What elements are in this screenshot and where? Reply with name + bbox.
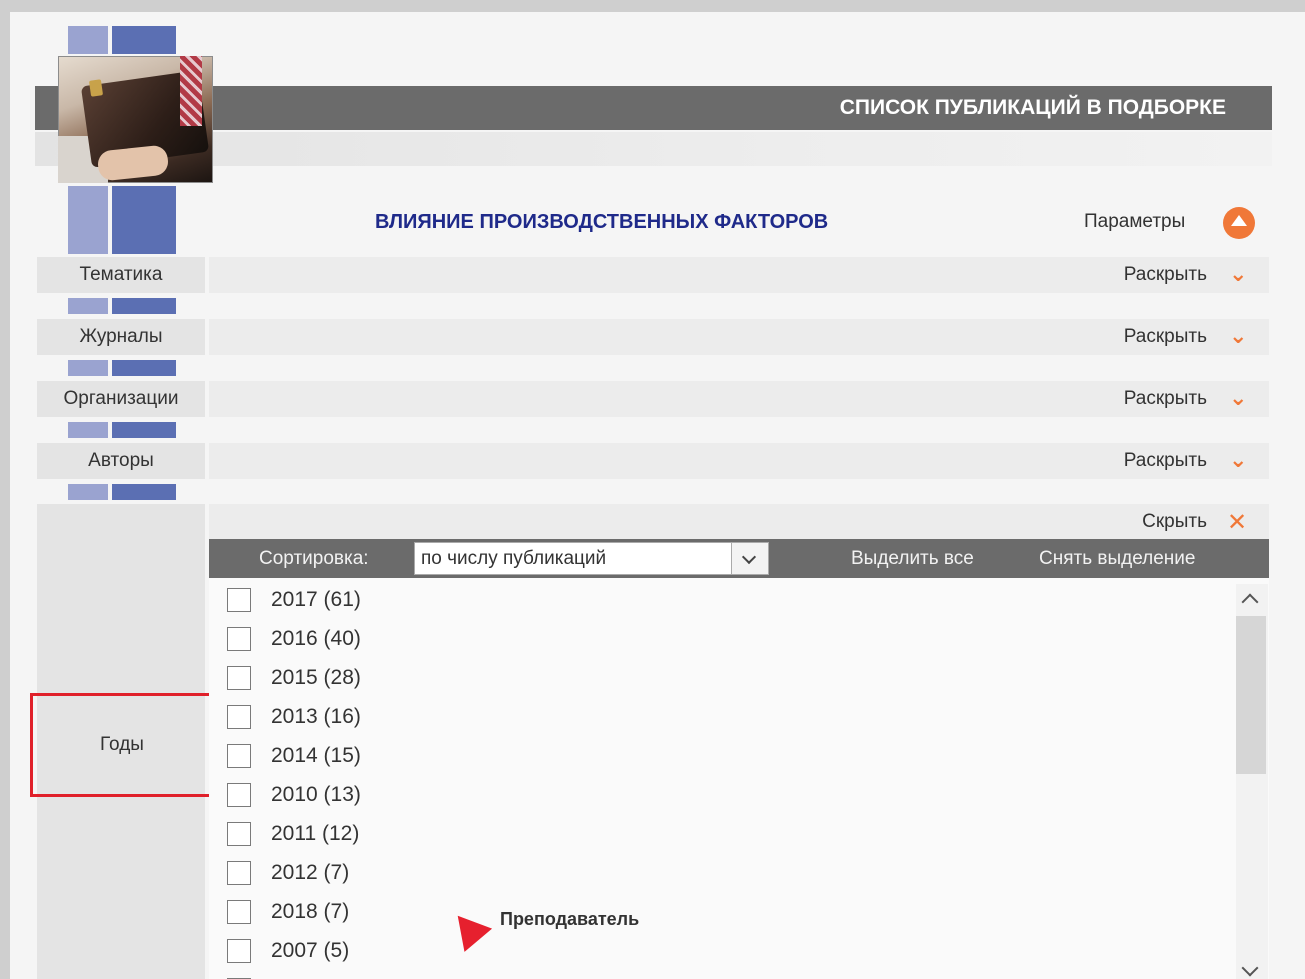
year-label: 2012 (7) bbox=[271, 861, 350, 884]
section-row-topics: Раскрыть ⌄ bbox=[209, 257, 1269, 293]
select-all-link[interactable]: Выделить все bbox=[851, 539, 974, 578]
expand-link[interactable]: Раскрыть bbox=[1124, 381, 1207, 417]
decor-block bbox=[68, 422, 108, 438]
year-label: 2010 (13) bbox=[271, 783, 361, 806]
decor-block bbox=[112, 422, 176, 438]
year-label: 2018 (7) bbox=[271, 900, 350, 923]
year-label: 2007 (5) bbox=[271, 939, 350, 962]
section-row-authors: Раскрыть ⌄ bbox=[209, 443, 1269, 479]
decor-block bbox=[68, 26, 108, 54]
section-label-topics[interactable]: Тематика bbox=[37, 257, 205, 293]
decor-block bbox=[112, 26, 176, 54]
year-label: 2016 (40) bbox=[271, 627, 361, 650]
list-item[interactable]: 2015 (28) bbox=[227, 658, 627, 697]
scrollbar-thumb[interactable] bbox=[1236, 616, 1266, 774]
expand-link[interactable]: Раскрыть bbox=[1124, 443, 1207, 479]
checkbox[interactable] bbox=[227, 588, 251, 612]
decor-block bbox=[68, 360, 108, 376]
section-row-organizations: Раскрыть ⌄ bbox=[209, 381, 1269, 417]
sort-toolbar: Сортировка: по числу публикаций Выделить… bbox=[209, 539, 1269, 578]
header-subbar bbox=[35, 132, 1272, 166]
year-label: 2014 (15) bbox=[271, 744, 361, 767]
list-item[interactable] bbox=[227, 970, 627, 979]
decor-block bbox=[112, 484, 176, 500]
section-label-authors[interactable]: Авторы bbox=[37, 443, 205, 479]
chevron-double-down-icon[interactable]: ⌄ bbox=[1229, 450, 1247, 472]
section-row-journals: Раскрыть ⌄ bbox=[209, 319, 1269, 355]
year-label: 2011 (12) bbox=[271, 822, 360, 845]
expand-link[interactable]: Раскрыть bbox=[1124, 319, 1207, 355]
sort-select-value: по числу публикаций bbox=[421, 548, 607, 569]
checkbox[interactable] bbox=[227, 627, 251, 651]
list-item[interactable]: 2017 (61) bbox=[227, 580, 627, 619]
decor-block bbox=[112, 186, 176, 254]
checkbox[interactable] bbox=[227, 666, 251, 690]
year-label: 2015 (28) bbox=[271, 666, 361, 689]
page-title: СПИСОК ПУБЛИКАЦИЙ В ПОДБОРКЕ bbox=[839, 96, 1226, 119]
section-label-years[interactable]: Годы bbox=[30, 693, 214, 797]
clear-selection-link[interactable]: Снять выделение bbox=[1039, 539, 1195, 578]
params-label[interactable]: Параметры bbox=[1084, 205, 1185, 239]
header-bar: СПИСОК ПУБЛИКАЦИЙ В ПОДБОРКЕ bbox=[35, 86, 1272, 130]
list-item[interactable]: 2010 (13) bbox=[227, 775, 627, 814]
decor-block bbox=[112, 298, 176, 314]
years-header-row: Скрыть ✕ bbox=[209, 504, 1269, 540]
list-item[interactable]: 2013 (16) bbox=[227, 697, 627, 736]
expand-link[interactable]: Раскрыть bbox=[1124, 257, 1207, 293]
decor-block bbox=[68, 298, 108, 314]
years-list: 2017 (61) 2016 (40) 2015 (28) 2013 (16) … bbox=[209, 578, 1269, 979]
year-label: 2017 (61) bbox=[271, 588, 361, 611]
hide-link[interactable]: Скрыть bbox=[1142, 504, 1207, 540]
chevron-double-down-icon[interactable]: ⌄ bbox=[1229, 388, 1247, 410]
sort-label: Сортировка: bbox=[259, 548, 369, 569]
checkbox[interactable] bbox=[227, 939, 251, 963]
chevron-double-down-icon[interactable]: ⌄ bbox=[1229, 326, 1247, 348]
decor-block bbox=[68, 186, 108, 254]
decor-block bbox=[112, 360, 176, 376]
cursor-label: Преподаватель bbox=[500, 909, 640, 929]
chevron-down-icon[interactable] bbox=[731, 543, 768, 574]
checkbox[interactable] bbox=[227, 861, 251, 885]
chevron-double-down-icon[interactable]: ⌄ bbox=[1229, 264, 1247, 286]
checkbox[interactable] bbox=[227, 822, 251, 846]
checkbox[interactable] bbox=[227, 783, 251, 807]
chevron-up-icon[interactable] bbox=[1241, 593, 1259, 611]
collapse-up-icon[interactable] bbox=[1223, 207, 1255, 239]
section-label-organizations[interactable]: Организации bbox=[37, 381, 205, 417]
list-item[interactable]: 2016 (40) bbox=[227, 619, 627, 658]
list-item[interactable]: 2012 (7) bbox=[227, 853, 627, 892]
checkbox[interactable] bbox=[227, 705, 251, 729]
collection-title: ВЛИЯНИЕ ПРОИЗВОДСТВЕННЫХ ФАКТОРОВ bbox=[375, 211, 829, 233]
year-label: 2013 (16) bbox=[271, 705, 361, 728]
list-item[interactable]: 2007 (5) bbox=[227, 931, 627, 970]
checkbox[interactable] bbox=[227, 744, 251, 768]
scrollbar[interactable] bbox=[1236, 584, 1268, 979]
list-item[interactable]: 2011 (12) bbox=[227, 814, 627, 853]
section-label-journals[interactable]: Журналы bbox=[37, 319, 205, 355]
chevron-down-icon[interactable] bbox=[1241, 959, 1259, 977]
checkbox[interactable] bbox=[227, 900, 251, 924]
sort-select[interactable]: по числу публикаций bbox=[414, 542, 769, 575]
page: СПИСОК ПУБЛИКАЦИЙ В ПОДБОРКЕ ВЛИЯНИЕ ПРО… bbox=[10, 12, 1305, 979]
decor-block bbox=[68, 484, 108, 500]
close-icon[interactable]: ✕ bbox=[1227, 507, 1247, 537]
briefcase-photo bbox=[58, 56, 213, 183]
list-item[interactable]: 2014 (15) bbox=[227, 736, 627, 775]
